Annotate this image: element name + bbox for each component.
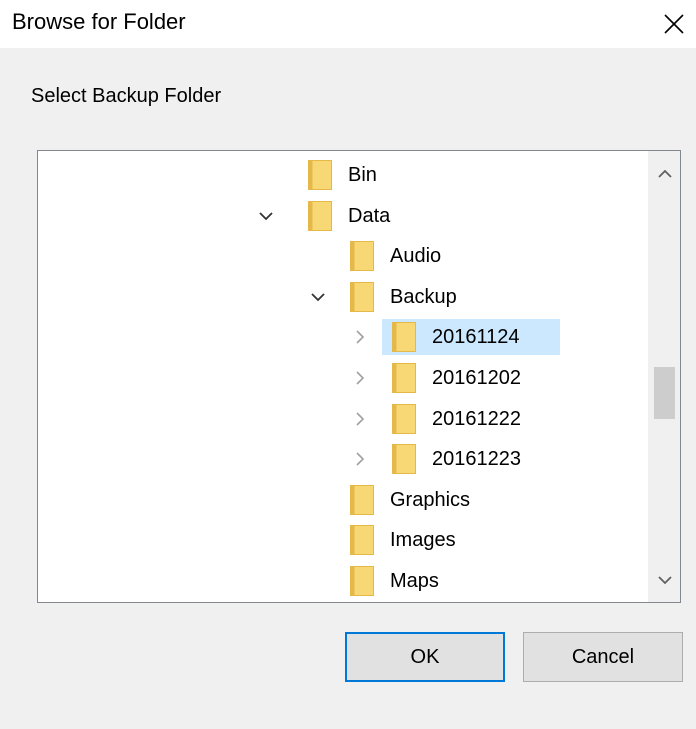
tree-item-label: Audio: [390, 245, 442, 267]
chevron-right-icon[interactable]: [350, 449, 370, 469]
folder-icon: [350, 241, 374, 271]
title-bar: Browse for Folder: [0, 0, 696, 48]
tree-item-data[interactable]: Data: [38, 198, 646, 234]
tree-item-audio[interactable]: Audio: [38, 238, 646, 274]
folder-icon: [392, 444, 416, 474]
scroll-up-button[interactable]: [648, 157, 680, 190]
chevron-right-icon[interactable]: [350, 327, 370, 347]
tree-item-label: Backup: [390, 286, 457, 308]
tree-item-20161202[interactable]: 20161202: [38, 360, 646, 396]
chevron-right-icon[interactable]: [350, 368, 370, 388]
tree-item-20161124[interactable]: 20161124: [38, 319, 646, 355]
tree-item-label: 20161223: [432, 448, 521, 470]
chevron-down-icon: [657, 575, 672, 584]
tree-item-label: Images: [390, 529, 456, 551]
tree-item-images[interactable]: Images: [38, 522, 646, 558]
tree-item-label: Bin: [348, 164, 377, 186]
tree-item-label: Maps: [390, 570, 439, 592]
chevron-down-icon[interactable]: [256, 206, 276, 226]
tree-item-20161223[interactable]: 20161223: [38, 441, 646, 477]
chevron-right-icon[interactable]: [350, 409, 370, 429]
folder-icon: [350, 485, 374, 515]
chevron-down-icon[interactable]: [308, 287, 328, 307]
folder-tree[interactable]: Bin Data Audio Backup 20161124 20161202 201612…: [37, 150, 681, 603]
tree-item-label: Graphics: [390, 489, 471, 511]
close-button[interactable]: [654, 4, 694, 44]
folder-icon: [350, 525, 374, 555]
cancel-button[interactable]: Cancel: [523, 632, 683, 682]
tree-item-label: 20161222: [432, 408, 521, 430]
instruction-text: Select Backup Folder: [31, 85, 222, 107]
folder-icon: [392, 404, 416, 434]
folder-icon: [350, 566, 374, 596]
vertical-scrollbar[interactable]: [648, 151, 680, 602]
tree-item-20161222[interactable]: 20161222: [38, 401, 646, 437]
window-title: Browse for Folder: [12, 9, 186, 34]
tree-item-backup[interactable]: Backup: [38, 279, 646, 315]
close-icon: [664, 14, 684, 34]
folder-icon: [350, 282, 374, 312]
scroll-down-button[interactable]: [648, 563, 680, 596]
folder-icon: [392, 322, 416, 352]
tree-item-label: 20161124: [432, 326, 520, 348]
folder-icon: [308, 160, 332, 190]
tree-item-label: 20161202: [432, 367, 521, 389]
ok-button[interactable]: OK: [345, 632, 505, 682]
scroll-thumb[interactable]: [654, 367, 675, 419]
folder-icon: [308, 201, 332, 231]
tree-item-graphics[interactable]: Graphics: [38, 482, 646, 518]
folder-icon: [392, 363, 416, 393]
tree-item-bin[interactable]: Bin: [38, 157, 646, 193]
tree-item-maps[interactable]: Maps: [38, 563, 646, 599]
tree-item-label: Data: [348, 205, 391, 227]
chevron-up-icon: [657, 169, 672, 178]
browse-for-folder-dialog: Browse for Folder Select Backup Folder B…: [0, 0, 696, 729]
